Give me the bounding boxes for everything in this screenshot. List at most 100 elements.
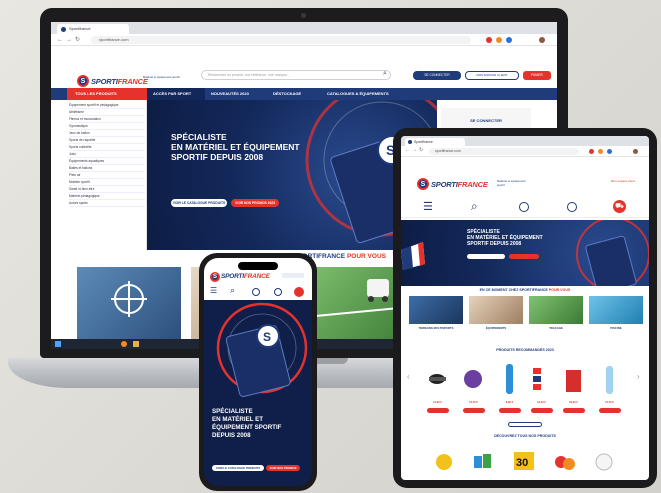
sidebar-item[interactable]: Matériel pédagogique [69, 193, 145, 200]
extension-icon[interactable] [598, 149, 603, 154]
sidebar-header[interactable]: TOUS LES PRODUITS [67, 88, 147, 100]
product-image[interactable] [425, 360, 450, 398]
cart-icon[interactable] [294, 287, 304, 297]
sidebar-item[interactable]: Fitness et musculation [69, 116, 145, 123]
sidebar-item[interactable]: Plein air [69, 172, 145, 179]
logo-icon[interactable]: S [77, 75, 89, 87]
tablet-card-image[interactable] [529, 296, 583, 324]
sidebar-item[interactable]: Équipements aquatiques [69, 158, 145, 165]
menu-icon[interactable]: ☰ [210, 286, 217, 295]
windows-start-icon[interactable] [55, 341, 61, 347]
brand-product-image[interactable] [591, 446, 617, 476]
tablet-browser-tab[interactable]: Sportifrance [405, 138, 465, 146]
brand-product-image[interactable] [471, 446, 497, 476]
sidebar-item[interactable]: Gymnastique [69, 123, 145, 130]
url-field[interactable]: sportifrance.com [91, 36, 471, 44]
product-image[interactable] [461, 360, 486, 398]
connect-button[interactable]: SE CONNECTER [413, 71, 461, 80]
globe-icon[interactable] [519, 202, 529, 212]
nav-item-new[interactable]: NOUVEAUTÉS 2023 [211, 88, 281, 100]
sidebar-item[interactable]: Sports de raquette [69, 137, 145, 144]
tablet-card-image[interactable] [469, 296, 523, 324]
brand-product-image[interactable] [431, 446, 457, 476]
brand-product-image[interactable] [551, 446, 577, 476]
browser-taskbar-icon[interactable] [121, 341, 127, 347]
sidebar-item[interactable]: Autres sports [69, 200, 145, 207]
product-image[interactable] [497, 360, 522, 398]
phone-hero-title: SPÉCIALISTE EN MATÉRIEL ET ÉQUIPEMENT SP… [212, 408, 282, 439]
card-image-multisport[interactable] [77, 267, 181, 342]
tablet-promo-button[interactable] [509, 254, 539, 259]
back-icon[interactable]: ← [405, 147, 410, 153]
user-icon[interactable] [274, 288, 282, 296]
product-image[interactable] [561, 360, 586, 398]
favicon-icon [61, 27, 66, 32]
profile-avatar[interactable] [633, 149, 638, 154]
extension-icon[interactable] [486, 37, 492, 43]
carousel-prev-icon[interactable]: ‹ [407, 372, 410, 381]
reload-icon[interactable]: ↻ [75, 34, 80, 46]
extension-icon[interactable] [589, 149, 594, 154]
add-to-cart-button[interactable] [563, 408, 585, 413]
add-to-cart-button[interactable] [463, 408, 485, 413]
phone-logo[interactable]: SPORTIFRANCE [221, 273, 270, 280]
tablet-catalog-button[interactable] [467, 254, 505, 259]
product-image[interactable] [529, 360, 554, 398]
back-icon[interactable]: ← [57, 34, 63, 46]
promo-button[interactable]: VOIR NOS PROMOS 2023 [231, 199, 279, 207]
forward-icon[interactable]: → [66, 34, 72, 46]
nav-item-clearance[interactable]: DÉSTOCKAGE [273, 88, 329, 100]
see-all-button[interactable] [508, 422, 542, 427]
logo-icon[interactable]: S [417, 178, 429, 190]
search-icon[interactable]: ⌕ [383, 70, 387, 78]
extension-icon[interactable] [506, 37, 512, 43]
folder-taskbar-icon[interactable] [133, 341, 139, 347]
search-input[interactable]: Rechercher un produit, une référence, un… [201, 70, 391, 80]
phone-promo-button[interactable]: VOIR NOS PROMOS [266, 465, 300, 471]
tab-title: Sportifrance [69, 26, 91, 31]
logo-tagline: Matériel et équipement sportif [143, 75, 180, 79]
sidebar-item[interactable]: Balles et ballons [69, 165, 145, 172]
reload-icon[interactable]: ↻ [419, 147, 423, 153]
add-to-cart-button[interactable] [531, 408, 553, 413]
tablet-logo[interactable]: SPORTIFRANCE [431, 180, 488, 189]
profile-avatar[interactable] [539, 37, 545, 43]
menu-icon[interactable]: ☰ [423, 200, 433, 213]
add-to-cart-button[interactable] [499, 408, 521, 413]
sidebar-item[interactable]: Athlétisme [69, 109, 145, 116]
logo-icon[interactable]: S [210, 272, 220, 282]
catalog-button[interactable]: VOIR LE CATALOGUE PRODUITS [171, 199, 227, 207]
sidebar-item[interactable]: Sports collectifs [69, 144, 145, 151]
sidebar-item[interactable]: Équipement sportif et pédagogique [69, 102, 145, 109]
search-icon[interactable]: ⌕ [471, 199, 478, 214]
svg-text:30: 30 [516, 457, 528, 469]
add-to-cart-button[interactable] [427, 408, 449, 413]
cart-button[interactable]: PANIER [523, 71, 551, 80]
sidebar-item[interactable]: Santé et bien-être [69, 186, 145, 193]
extension-icon[interactable] [607, 149, 612, 154]
product-image[interactable] [597, 360, 622, 398]
add-to-cart-button[interactable] [599, 408, 621, 413]
brand-product-image[interactable]: 30 [511, 446, 537, 476]
phone-catalog-button[interactable]: VOIR LE CATALOGUE PRODUITS [212, 465, 264, 471]
cart-icon[interactable]: ⛟ [613, 200, 626, 213]
forward-icon[interactable]: → [412, 147, 417, 153]
sidebar-item[interactable]: Judo [69, 151, 145, 158]
user-icon[interactable] [567, 202, 577, 212]
account-button[interactable]: MON ESPACE CLIENT [465, 71, 519, 80]
search-icon[interactable]: ⌕ [230, 285, 235, 296]
globe-icon[interactable] [252, 288, 260, 296]
tablet-hero-title: SPÉCIALISTE EN MATÉRIEL ET ÉQUIPEMENT SP… [467, 229, 543, 247]
sidebar-item[interactable]: Mobilier sportif [69, 179, 145, 186]
tablet-card-image[interactable] [589, 296, 643, 324]
nav-item-sport[interactable]: ACCÈS PAR SPORT [147, 88, 205, 100]
tablet-card-image[interactable] [409, 296, 463, 324]
sidebar-item[interactable]: Jeux de ballon [69, 130, 145, 137]
tablet-url-field[interactable]: sportifrance.com [429, 148, 579, 155]
extension-icon[interactable] [496, 37, 502, 43]
site-logo[interactable]: SPORTIFRANCE [91, 77, 148, 86]
browser-tab[interactable]: Sportifrance [57, 24, 129, 34]
account-link[interactable]: Mon espace client [605, 179, 641, 184]
carousel-next-icon[interactable]: › [637, 372, 640, 381]
nav-item-catalog[interactable]: CATALOGUES & ÉQUIPEMENTS [327, 88, 423, 100]
